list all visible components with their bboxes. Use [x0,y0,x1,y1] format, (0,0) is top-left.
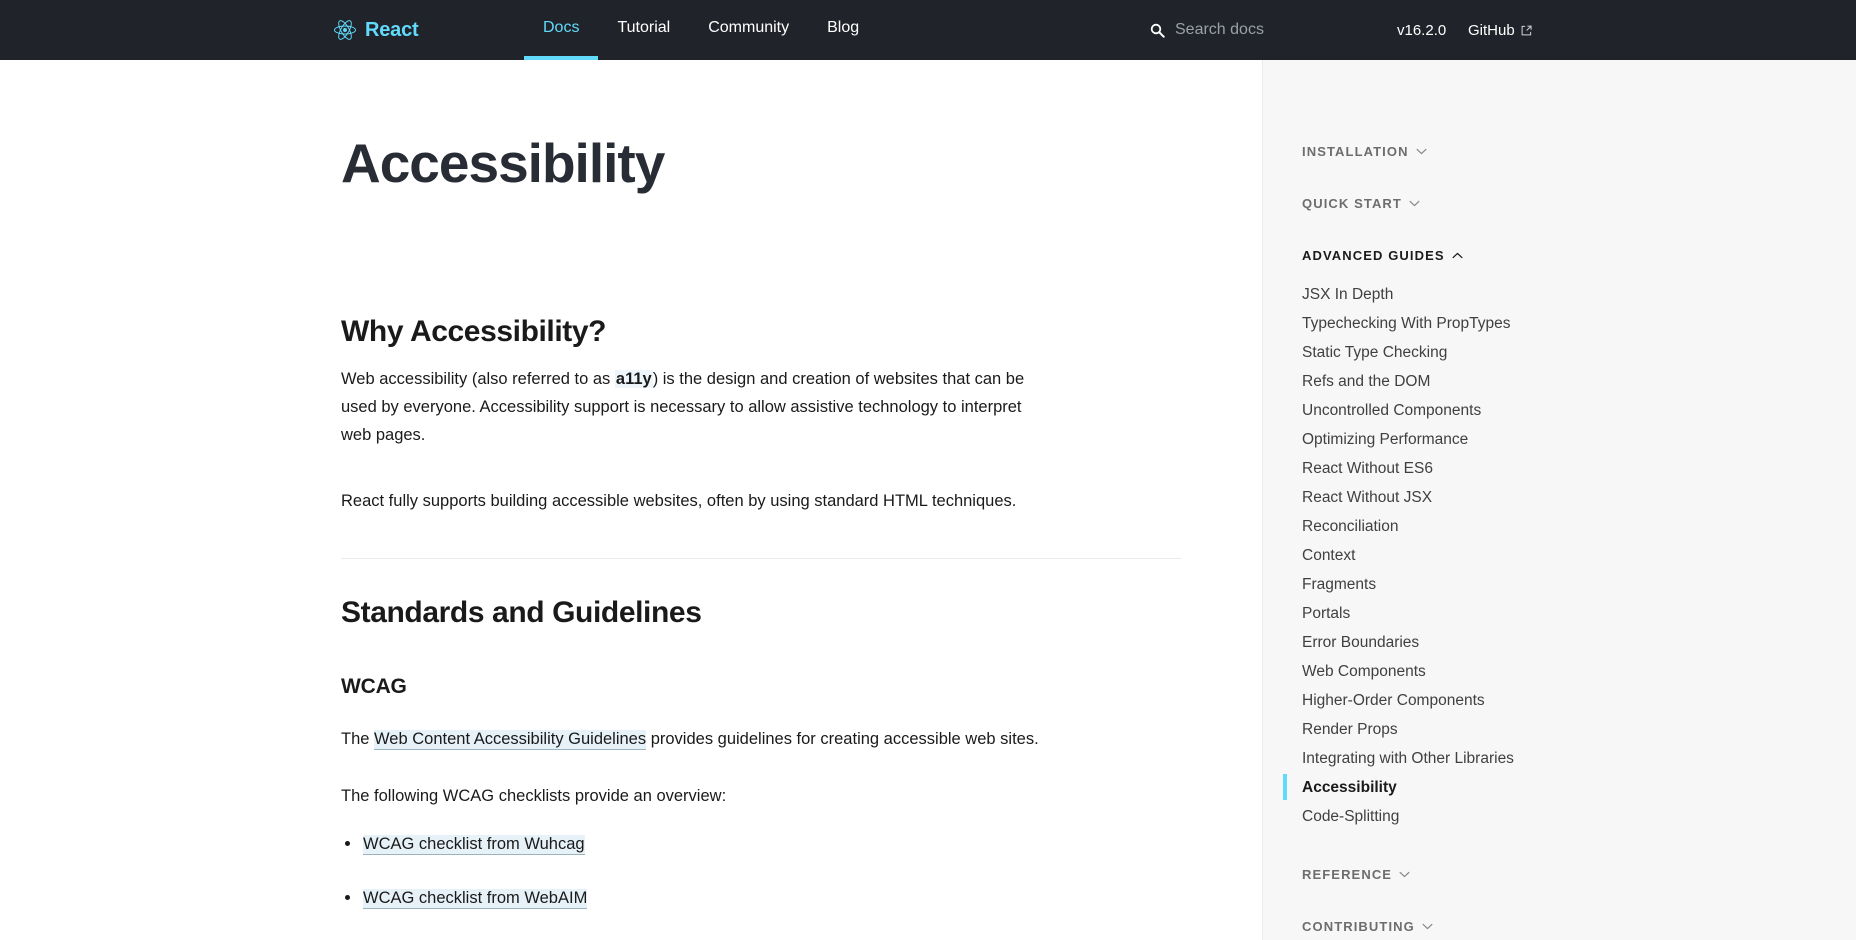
paragraph-text-before: The [341,730,375,748]
page-title: Accessibility [341,132,665,194]
sidebar-item-refs-and-the-dom[interactable]: Refs and the DOM [1302,367,1514,396]
sidebar-section-reference[interactable]: Reference [1302,863,1410,885]
chevron-up-icon [1452,252,1463,259]
nav-item-docs[interactable]: Docs [524,0,599,60]
chevron-down-icon [1399,871,1410,878]
subsection-heading-wcag: WCAG [341,675,407,698]
sidebar-item-typechecking-with-proptypes[interactable]: Typechecking With PropTypes [1302,309,1514,338]
sidebar-item-web-components[interactable]: Web Components [1302,657,1514,686]
search-box[interactable] [1150,16,1365,44]
site-header: React Docs Tutorial Community Blog v16.2… [0,0,1856,60]
sidebar-section-quick-start[interactable]: Quick Start [1302,192,1420,214]
sidebar-section-label: Advanced Guides [1302,247,1445,263]
react-atom-icon-svg [334,20,356,40]
sidebar-item-higher-order-components[interactable]: Higher-Order Components [1302,686,1514,715]
chevron-down-icon [1409,200,1420,207]
github-label: GitHub [1468,21,1515,39]
section-heading-why-accessibility: Why Accessibility? [341,315,607,348]
section-divider [341,558,1181,559]
nav-item-community[interactable]: Community [689,0,808,60]
chevron-down-icon-svg [1422,923,1433,929]
sidebar-item-react-without-jsx[interactable]: React Without JSX [1302,483,1514,512]
sidebar-item-integrating-with-other-libraries[interactable]: Integrating with Other Libraries [1302,744,1514,773]
wcag-checklist: WCAG checklist from Wuhcag WCAG checklis… [341,830,599,940]
sidebar-item-accessibility[interactable]: Accessibility [1283,773,1514,802]
react-atom-icon [334,19,356,41]
section-heading-standards-and-guidelines: Standards and Guidelines [341,596,702,629]
link-wcag-checklist-wuhcag[interactable]: WCAG checklist from Wuhcag [363,835,585,855]
sidebar-section-installation[interactable]: Installation [1302,140,1427,162]
main-content: Accessibility Why Accessibility? Web acc… [0,60,1262,940]
chevron-up-icon-svg [1452,252,1463,258]
nav-item-tutorial[interactable]: Tutorial [598,0,689,60]
paragraph-react-supports: React fully supports building accessible… [341,492,1017,510]
search-icon [1150,23,1165,38]
sidebar-section-label: Reference [1302,866,1393,882]
sidebar-item-error-boundaries[interactable]: Error Boundaries [1302,628,1514,657]
paragraph-wcag-intro: The Web Content Accessibility Guidelines… [341,725,1041,753]
sidebar-item-context[interactable]: Context [1302,541,1514,570]
docs-sidebar: Installation Quick Start Advanced Guides [1262,60,1856,940]
list-item: WCAG checklist from Wuhcag [345,830,599,858]
sidebar-item-jsx-in-depth[interactable]: JSX In Depth [1302,280,1514,309]
sidebar-item-react-without-es6[interactable]: React Without ES6 [1302,454,1514,483]
external-link-icon-svg [1521,25,1532,35]
sidebar-item-code-splitting[interactable]: Code-Splitting [1302,802,1514,831]
sidebar-item-static-type-checking[interactable]: Static Type Checking [1302,338,1514,367]
main-nav: Docs Tutorial Community Blog [524,0,878,60]
sidebar-section-advanced-guides[interactable]: Advanced Guides [1302,244,1463,266]
link-web-content-accessibility-guidelines[interactable]: Web Content Accessibility Guidelines [374,730,647,750]
sidebar-item-render-props[interactable]: Render Props [1302,715,1514,744]
brand-home-link[interactable]: React [334,0,419,60]
sidebar-advanced-guides-items: JSX In Depth Typechecking With PropTypes… [1283,280,1514,831]
sidebar-section-label: Quick Start [1302,195,1402,211]
sidebar-item-uncontrolled-components[interactable]: Uncontrolled Components [1302,396,1514,425]
chevron-down-icon [1422,923,1433,930]
a11y-abbreviation: a11y [614,370,653,388]
sidebar-item-reconciliation[interactable]: Reconciliation [1302,512,1514,541]
sidebar-section-label: Installation [1302,143,1409,159]
nav-item-blog[interactable]: Blog [808,0,878,60]
chevron-down-icon-svg [1416,148,1427,154]
search-icon-svg [1150,23,1165,38]
paragraph-text-before: Web accessibility (also referred to as [341,370,615,388]
paragraph-text-after: provides guidelines for creating accessi… [646,730,1039,748]
paragraph-checklists-intro: The following WCAG checklists provide an… [341,787,727,805]
sidebar-item-fragments[interactable]: Fragments [1302,570,1514,599]
chevron-down-icon-svg [1399,871,1410,877]
version-selector[interactable]: v16.2.0 [1397,0,1446,60]
github-link[interactable]: GitHub [1468,0,1532,60]
sidebar-section-label: Contributing [1302,918,1415,934]
search-input[interactable] [1175,21,1365,39]
link-wcag-checklist-webaim[interactable]: WCAG checklist from WebAIM [363,889,588,910]
sidebar-item-optimizing-performance[interactable]: Optimizing Performance [1302,425,1514,454]
chevron-down-icon [1416,148,1427,155]
sidebar-section-contributing[interactable]: Contributing [1302,915,1433,937]
paragraph-why-accessibility: Web accessibility (also referred to as a… [341,365,1041,449]
chevron-down-icon-svg [1409,200,1420,206]
brand-name: React [365,18,419,41]
external-link-icon [1521,25,1532,36]
list-item: WCAG checklist from WebAIM [345,884,599,912]
sidebar-item-portals[interactable]: Portals [1302,599,1514,628]
